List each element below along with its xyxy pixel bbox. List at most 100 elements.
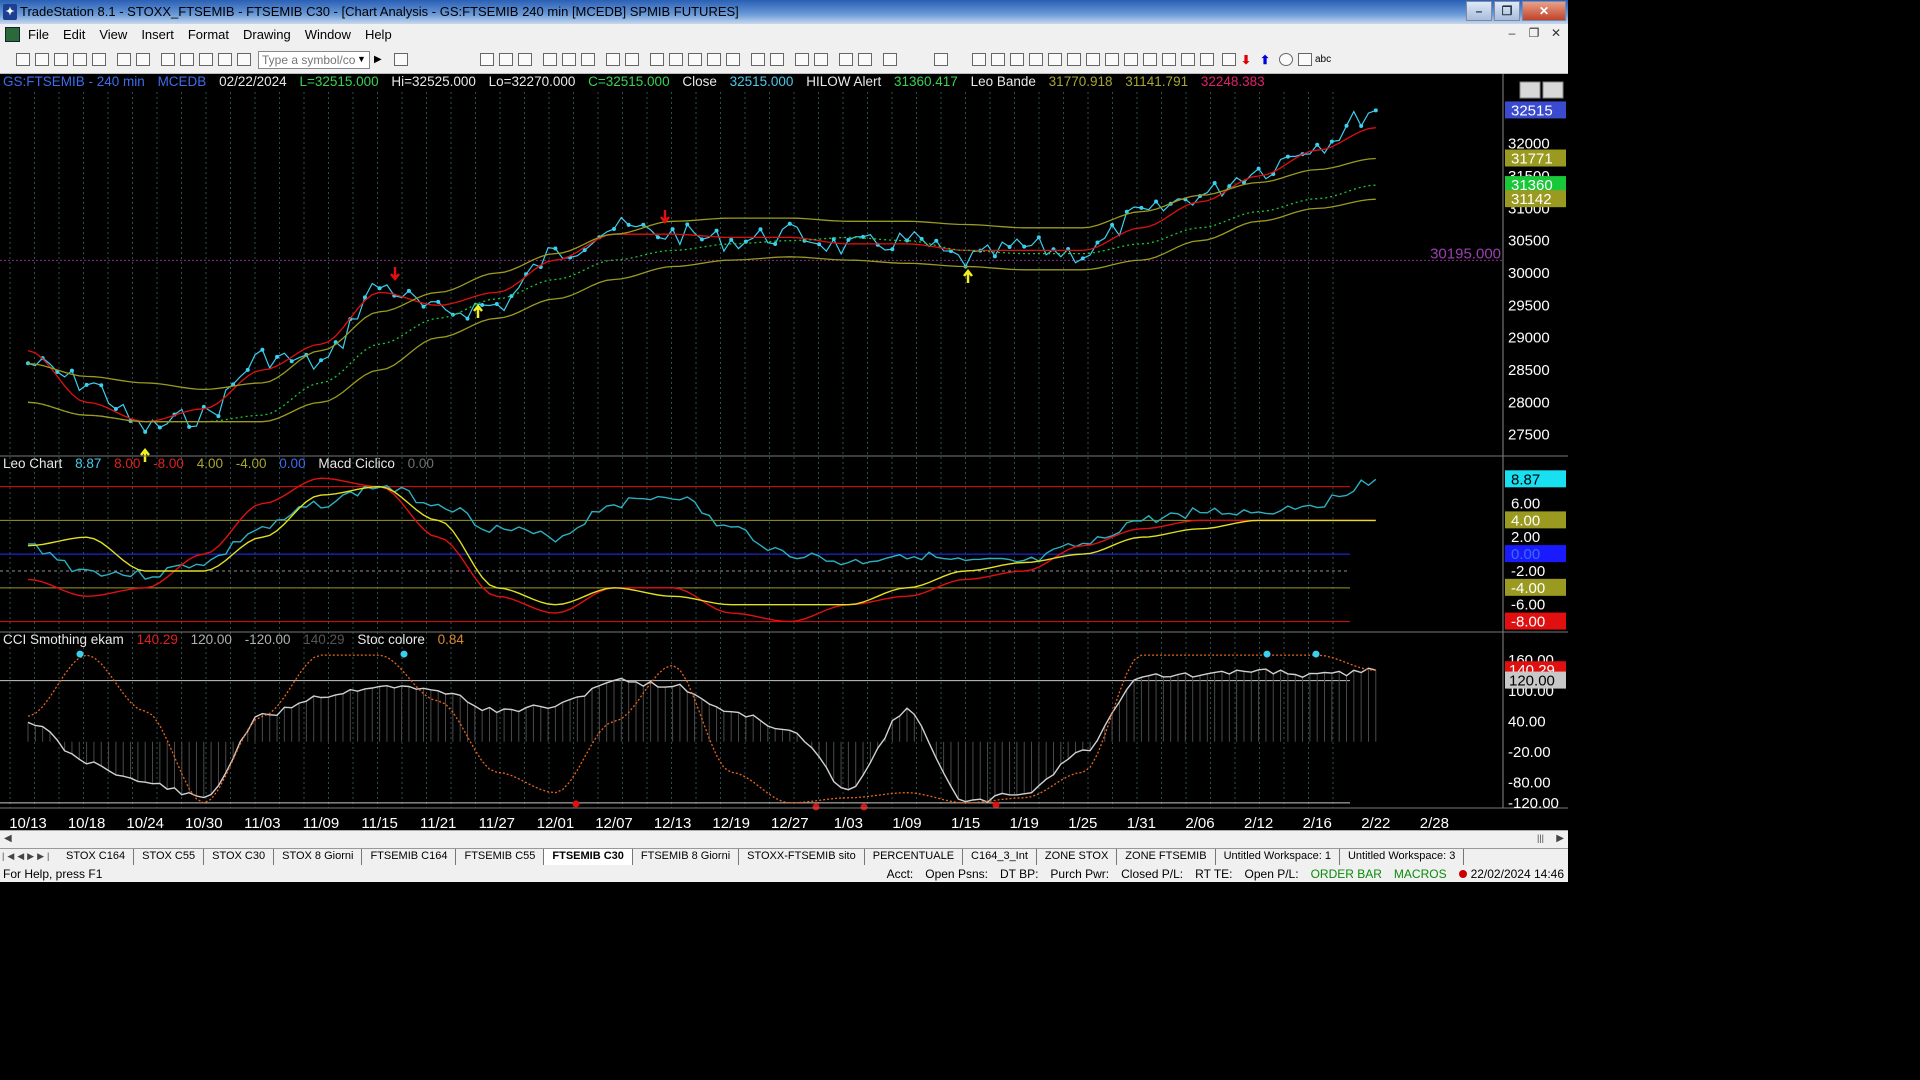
- window-icon[interactable]: [161, 53, 175, 66]
- fibonacci-icon[interactable]: [1067, 53, 1081, 66]
- menu-help[interactable]: Help: [365, 27, 392, 42]
- ellipse-icon[interactable]: [1279, 53, 1293, 66]
- rectangle-icon[interactable]: [1298, 53, 1312, 66]
- chart-analysis-window[interactable]: 30195.000 10/13 10/18 10/24 10/30 11/03 11/09…: [0, 74, 1568, 832]
- workspace-tab[interactable]: FTSEMIB C164: [362, 849, 457, 865]
- menu-window[interactable]: Window: [305, 27, 351, 42]
- bar-chart-icon[interactable]: [480, 53, 494, 66]
- histogram-icon[interactable]: [726, 53, 740, 66]
- gann-fan-icon[interactable]: [1105, 53, 1119, 66]
- data-window-icon[interactable]: [625, 53, 639, 66]
- minimize-button[interactable]: –: [1466, 1, 1492, 21]
- menu-format[interactable]: Format: [188, 27, 229, 42]
- chart-bars-icon[interactable]: [707, 53, 721, 66]
- print-preview-icon[interactable]: [136, 53, 150, 66]
- window-link-icon[interactable]: [180, 53, 194, 66]
- scroll-thumb-icon[interactable]: |||: [1537, 833, 1544, 843]
- workspace-tab[interactable]: FTSEMIB 8 Giorni: [633, 849, 740, 865]
- chart-window-button[interactable]: [1519, 81, 1541, 99]
- pencil-icon[interactable]: [1200, 53, 1214, 66]
- menu-drawing[interactable]: Drawing: [243, 27, 291, 42]
- workspace-tab[interactable]: STOXX-FTSEMIB sito: [739, 849, 865, 865]
- workspace-tab[interactable]: ZONE FTSEMIB: [1117, 849, 1216, 865]
- mdi-close-button[interactable]: ✕: [1548, 26, 1564, 40]
- mdi-restore-button[interactable]: ❐: [1526, 26, 1542, 40]
- tradestation-app-icon[interactable]: ✦: [3, 4, 17, 20]
- line-chart-icon[interactable]: [518, 53, 532, 66]
- strategy-icon[interactable]: [562, 53, 576, 66]
- arc-icon[interactable]: [1048, 53, 1062, 66]
- workspace-tab[interactable]: C164_3_Int: [963, 849, 1037, 865]
- tools-icon[interactable]: [218, 53, 232, 66]
- mdi-minimize-button[interactable]: –: [1504, 26, 1520, 40]
- tab-navigation-icon[interactable]: |◀◀▶▶|: [2, 851, 52, 862]
- freehand-icon[interactable]: [1222, 53, 1236, 66]
- pointer-icon[interactable]: [839, 53, 853, 66]
- scroll-right-icon[interactable]: ▶: [1556, 833, 1564, 844]
- menu-insert[interactable]: Insert: [141, 27, 174, 42]
- scanner-icon[interactable]: [650, 53, 664, 66]
- price-panel[interactable]: 30195.000: [0, 108, 1503, 462]
- format-icon[interactable]: [606, 53, 620, 66]
- zoom-out-icon[interactable]: [814, 53, 828, 66]
- order-bar-label[interactable]: ORDER BAR: [1311, 867, 1382, 881]
- workspace-tab[interactable]: PERCENTUALE: [865, 849, 964, 865]
- play-arrow-icon[interactable]: ▶: [374, 54, 388, 67]
- channel-icon[interactable]: [1029, 53, 1043, 66]
- chart-window-icon[interactable]: [5, 27, 20, 42]
- chart-window-button[interactable]: [1542, 81, 1564, 99]
- refresh-icon[interactable]: [581, 53, 595, 66]
- compress-bars-icon[interactable]: [770, 53, 784, 66]
- text-tool-icon[interactable]: abc: [1315, 54, 1331, 67]
- close-button[interactable]: ✕: [1522, 1, 1566, 21]
- workspace-tab[interactable]: STOX C30: [204, 849, 275, 865]
- cci-panel[interactable]: [0, 650, 1377, 811]
- delete-drawing-icon[interactable]: [883, 53, 897, 66]
- speed-line-icon[interactable]: [1086, 53, 1100, 66]
- symbol-search-icon[interactable]: [394, 53, 408, 66]
- menu-file[interactable]: File: [28, 27, 49, 42]
- workspace-tab[interactable]: Untitled Workspace: 1: [1216, 849, 1340, 865]
- chart-canvas[interactable]: 30195.000 10/13 10/18 10/24 10/30 11/03 11/09…: [0, 74, 1568, 832]
- symbol-input[interactable]: [258, 51, 370, 69]
- angle-line-icon[interactable]: [1124, 53, 1138, 66]
- workspace-tab[interactable]: STOX 8 Giorni: [274, 849, 363, 865]
- scroll-left-icon[interactable]: ◀: [4, 833, 12, 844]
- globe-icon[interactable]: [237, 53, 251, 66]
- trendline-icon[interactable]: [972, 53, 986, 66]
- workspace-tab[interactable]: STOX C164: [58, 849, 135, 865]
- vertical-line-icon[interactable]: [991, 53, 1005, 66]
- horizontal-line-icon[interactable]: [1010, 53, 1024, 66]
- radar-icon[interactable]: [669, 53, 683, 66]
- workspace-tab[interactable]: FTSEMIB C30: [544, 849, 633, 865]
- workspace-tab[interactable]: FTSEMIB C55: [456, 849, 545, 865]
- candle-chart-icon[interactable]: [499, 53, 513, 66]
- open-workspace-icon[interactable]: [92, 53, 106, 66]
- menu-edit[interactable]: Edit: [63, 27, 85, 42]
- restore-button[interactable]: ❐: [1494, 1, 1520, 21]
- indicator-icon[interactable]: [543, 53, 557, 66]
- horizontal-scrollbar[interactable]: ◀ ||| ▶: [0, 830, 1568, 848]
- workspace-tab[interactable]: ZONE STOX: [1037, 849, 1118, 865]
- parallel-line-icon[interactable]: [1162, 53, 1176, 66]
- macd-panel[interactable]: [0, 477, 1377, 623]
- crosshair-icon[interactable]: [858, 53, 872, 66]
- macros-label[interactable]: MACROS: [1394, 867, 1447, 881]
- workspace-tab[interactable]: Untitled Workspace: 3: [1340, 849, 1465, 865]
- down-arrow-icon[interactable]: ⬇: [1241, 53, 1255, 67]
- workspace-tab[interactable]: STOX C55: [134, 849, 205, 865]
- snap-icon[interactable]: [934, 53, 948, 66]
- lock-icon[interactable]: [199, 53, 213, 66]
- symbol-dropdown-icon[interactable]: ▼: [357, 54, 366, 64]
- new-icon[interactable]: [16, 53, 30, 66]
- matrix-icon[interactable]: [688, 53, 702, 66]
- new-workspace-icon[interactable]: [73, 53, 87, 66]
- up-arrow-icon[interactable]: ⬆: [1260, 53, 1274, 67]
- cycle-icon[interactable]: [1181, 53, 1195, 66]
- print-icon[interactable]: [117, 53, 131, 66]
- expand-bars-icon[interactable]: [751, 53, 765, 66]
- open-icon[interactable]: [35, 53, 49, 66]
- measure-icon[interactable]: [1143, 53, 1157, 66]
- zoom-in-icon[interactable]: [795, 53, 809, 66]
- save-icon[interactable]: [54, 53, 68, 66]
